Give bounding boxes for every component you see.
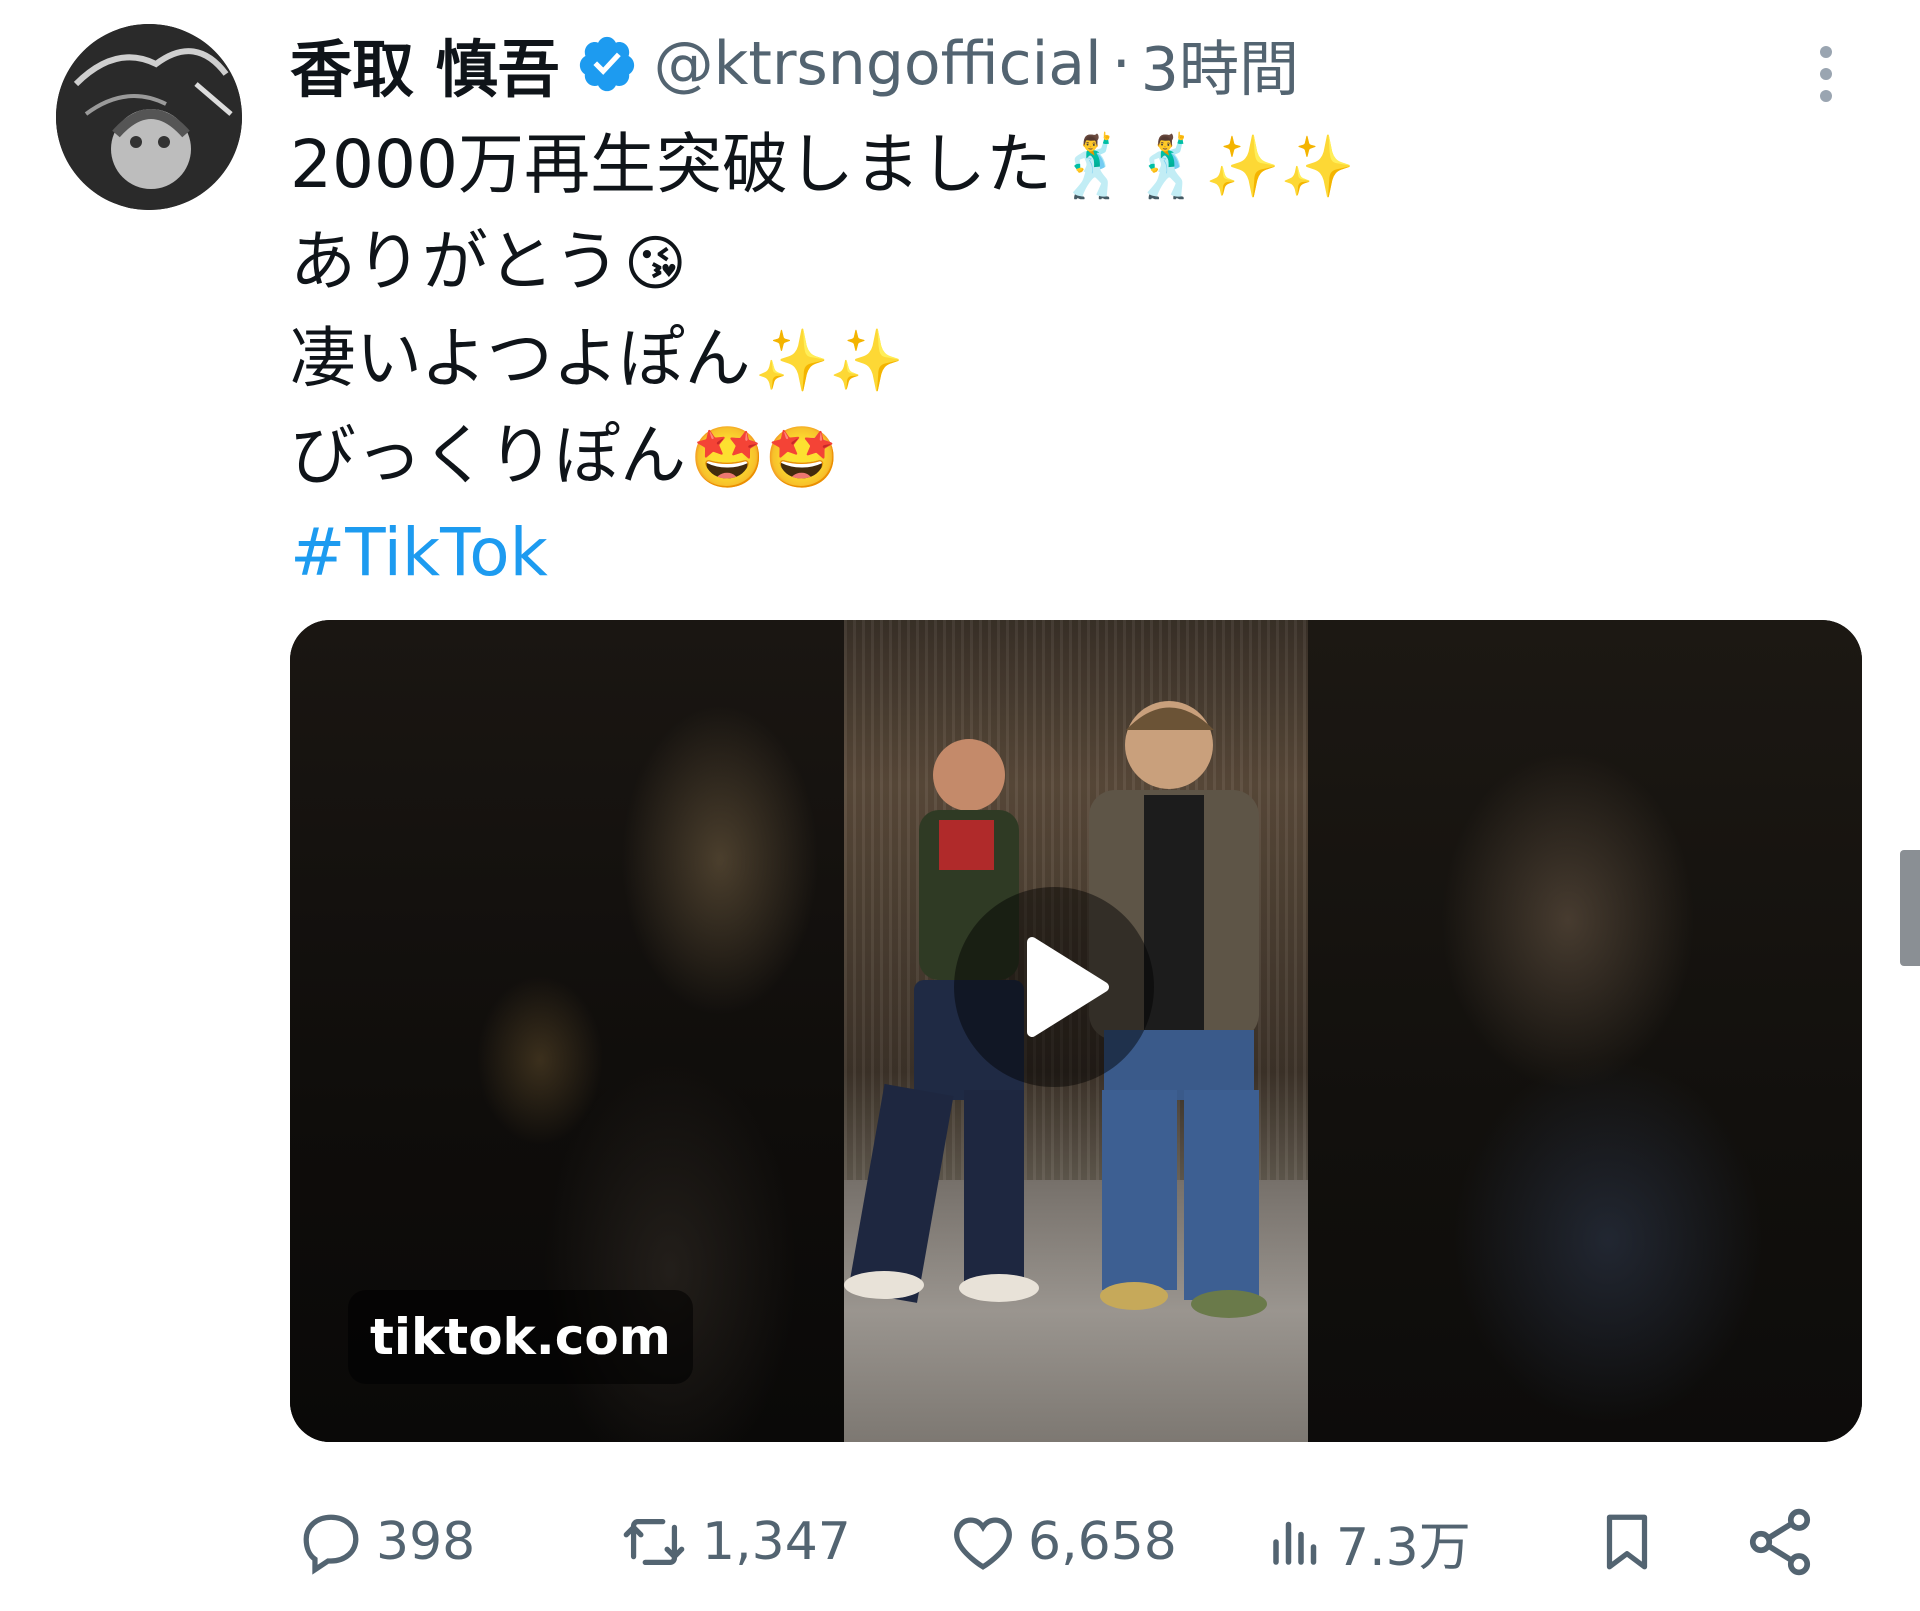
display-name[interactable]: 香取 慎吾 [290, 19, 560, 109]
tweet-line: ありがとう😘 [290, 223, 687, 300]
more-options-icon[interactable] [1806, 24, 1846, 124]
emoji-kiss: 😘 [624, 229, 687, 299]
bookmark-icon [1606, 1514, 1648, 1570]
profile-avatar[interactable] [56, 24, 242, 210]
analytics-icon [1273, 1521, 1317, 1565]
tweet-line: びっくりぽん🤩🤩 [290, 417, 840, 494]
retweet-button[interactable]: 1,347 [616, 1494, 851, 1590]
reply-icon [303, 1514, 359, 1575]
like-count: 6,658 [1028, 1512, 1177, 1572]
view-count: 7.3万 [1336, 1517, 1471, 1578]
tweet-header: 香取 慎吾 @ktrsngofficial · 3時間 [290, 14, 1299, 114]
emoji-star-struck: 🤩🤩 [690, 423, 840, 493]
user-handle[interactable]: @ktrsngofficial [654, 29, 1102, 99]
tweet-actions: 398 1,347 6,658 7.3万 [296, 1494, 1876, 1590]
play-icon [1027, 937, 1109, 1037]
emoji-dancer-sparkles: 🕺🕺✨✨ [1055, 132, 1355, 202]
avatar-image [56, 24, 242, 210]
bookmark-button[interactable] [1592, 1494, 1662, 1590]
tweet-line: 凄いよつよぽん✨✨ [290, 320, 905, 397]
retweet-icon [623, 1518, 685, 1566]
emoji-sparkles: ✨✨ [754, 326, 905, 396]
reply-count: 398 [376, 1512, 476, 1572]
timestamp[interactable]: 3時間 [1141, 21, 1299, 108]
separator-dot: · [1111, 29, 1131, 99]
views-button[interactable]: 7.3万 [1266, 1494, 1471, 1590]
video-blur-right [1308, 620, 1862, 1442]
hashtag-link[interactable]: #TikTok [290, 504, 1850, 601]
source-domain-badge: tiktok.com [348, 1290, 693, 1384]
reply-button[interactable]: 398 [296, 1494, 475, 1590]
play-button[interactable] [954, 887, 1154, 1087]
retweet-count: 1,347 [702, 1512, 851, 1572]
share-icon [1749, 1508, 1811, 1576]
tweet-text: 2000万再生突破しました🕺🕺✨✨ ありがとう😘 凄いよつよぽん✨✨ びっくりぽ… [290, 116, 1850, 601]
share-button[interactable] [1742, 1494, 1818, 1590]
scrollbar-thumb[interactable] [1900, 850, 1920, 966]
like-button[interactable]: 6,658 [948, 1494, 1177, 1590]
tweet-line: 2000万再生突破しました🕺🕺✨✨ [290, 126, 1355, 203]
verified-badge-icon [579, 36, 634, 92]
heart-icon [954, 1517, 1012, 1570]
